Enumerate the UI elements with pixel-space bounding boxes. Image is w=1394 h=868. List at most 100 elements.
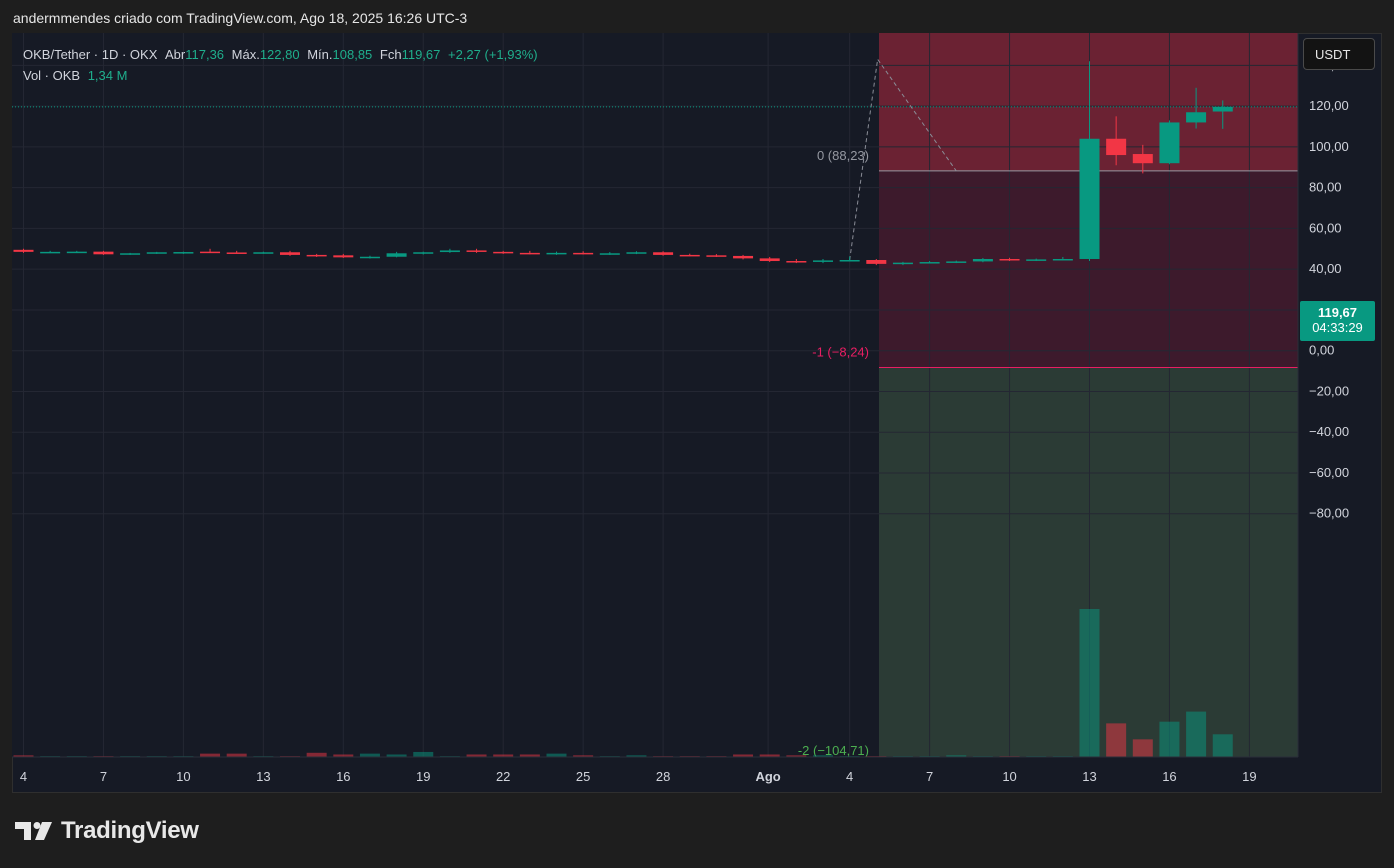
tradingview-logo[interactable]: TradingView (15, 816, 199, 846)
candle-body (333, 255, 354, 258)
candle-body (759, 258, 780, 262)
candle-body (40, 251, 61, 254)
volume-bar (1212, 734, 1233, 757)
price-tick-label: 120,00 (1309, 98, 1349, 113)
time-tick-label: 13 (1082, 769, 1096, 784)
candle-body (13, 249, 34, 252)
high-value: 122,80 (259, 47, 300, 62)
candle-body (280, 252, 300, 255)
candle-body (972, 258, 993, 262)
candle-body (1026, 259, 1047, 261)
candle-body (93, 251, 114, 255)
time-tick-label: 10 (1002, 769, 1016, 784)
volume-bar (1186, 711, 1207, 757)
open-label: Abr (165, 47, 186, 62)
candlestick-chart[interactable]: 1 (184,70)0 (88,23)-1 (−8,24)-2 (−104,71… (12, 33, 1382, 793)
candle-body (253, 252, 274, 254)
volume-bar (1159, 721, 1180, 757)
fib-level-label: -1 (−8,24) (812, 344, 869, 359)
chart-caption: andermmendes criado com TradingView.com,… (13, 10, 468, 26)
candle-body (866, 260, 887, 264)
candle-body (306, 254, 327, 257)
time-tick-label: 25 (576, 769, 590, 784)
candle-body (919, 262, 940, 264)
high-label: Máx. (231, 47, 260, 62)
fib-level-label: 0 (88,23) (817, 148, 869, 163)
last-price-tag: 119,67 04:33:29 (1300, 301, 1375, 341)
time-tick-label: 4 (846, 769, 853, 784)
time-tick-label: 10 (176, 769, 190, 784)
candle-body (466, 250, 487, 252)
price-tick-label: 100,00 (1309, 139, 1349, 154)
time-tick-label: 7 (100, 769, 107, 784)
fib-level-label: -2 (−104,71) (798, 743, 869, 758)
candle-body (359, 256, 380, 259)
low-value: 108,85 (332, 47, 373, 62)
candle-body (493, 251, 514, 254)
candle-body (892, 262, 913, 265)
candle-body (1212, 106, 1233, 112)
candle-body (1186, 112, 1207, 123)
price-tick-label: −20,00 (1309, 383, 1349, 398)
candle-body (173, 252, 194, 254)
volume-bar (306, 752, 327, 757)
volume-bar (413, 751, 434, 757)
volume-bar (1132, 739, 1153, 757)
time-tick-label: 22 (496, 769, 510, 784)
candle-body (733, 255, 754, 259)
price-axis: 220,00200,00180,00160,00140,00120,00100,… (1297, 33, 1349, 757)
candle-body (386, 253, 407, 257)
candle-body (546, 252, 567, 255)
price-tick-label: 60,00 (1309, 220, 1342, 235)
time-axis: 4 7 10 13 16 19 22 25 28 Ago 4 7 10 13 16 19 (12, 756, 1298, 784)
brand-name: TradingView (61, 817, 199, 844)
candle-body (839, 260, 860, 262)
price-tick-label: −40,00 (1309, 424, 1349, 439)
candle-body (1052, 258, 1073, 261)
volume-value: 1,34 M (87, 68, 128, 83)
candle-body (120, 253, 141, 255)
candle-body (413, 252, 434, 254)
time-tick-label: 7 (926, 769, 933, 784)
volume-bar (546, 753, 567, 757)
candle-body (599, 253, 620, 255)
open-value: 117,36 (185, 47, 225, 62)
candle-body (66, 251, 87, 254)
volume-bar (200, 753, 221, 757)
time-tick-label: 16 (336, 769, 350, 784)
volume-row: Vol · OKB 1,34 M (23, 65, 538, 86)
time-tick-label: 19 (416, 769, 430, 784)
candle-body (999, 258, 1020, 261)
price-tick-label: 0,00 (1309, 343, 1334, 358)
currency-button[interactable]: USDT (1303, 38, 1375, 70)
chart-legend: OKB/Tether · 1D · OKX Abr117,36 Máx.122,… (23, 44, 538, 86)
low-label: Mín. (307, 47, 333, 62)
price-tick-label: 40,00 (1309, 261, 1342, 276)
candle-body (519, 252, 540, 255)
close-value: 119,67 (401, 47, 441, 62)
candle-body (1132, 154, 1153, 164)
time-tick-label: Ago (755, 769, 780, 784)
candle-body (786, 261, 807, 263)
ohlc-row: OKB/Tether · 1D · OKX Abr117,36 Máx.122,… (23, 44, 538, 65)
candle-body (653, 252, 674, 255)
candle-body (946, 261, 967, 263)
volume-bar (226, 753, 247, 757)
time-tick-label: 28 (656, 769, 670, 784)
price-tick-label: −80,00 (1309, 506, 1349, 521)
close-label: Fch (379, 47, 402, 62)
candle-body (146, 252, 167, 254)
time-tick-label: 4 (20, 769, 27, 784)
candle-body (439, 250, 460, 253)
time-tick-label: 16 (1162, 769, 1176, 784)
candle-body (813, 260, 833, 262)
volume-bar (1106, 723, 1127, 757)
fib-zones (12, 33, 1298, 757)
volume-label[interactable]: Vol · OKB (23, 68, 80, 83)
last-price-value: 119,67 (1317, 305, 1358, 320)
candle-body (200, 251, 221, 254)
candle-body (679, 254, 700, 257)
candle-body (1159, 122, 1180, 164)
time-tick-label: 19 (1242, 769, 1256, 784)
symbol-label[interactable]: OKB/Tether · 1D · OKX (23, 47, 157, 62)
